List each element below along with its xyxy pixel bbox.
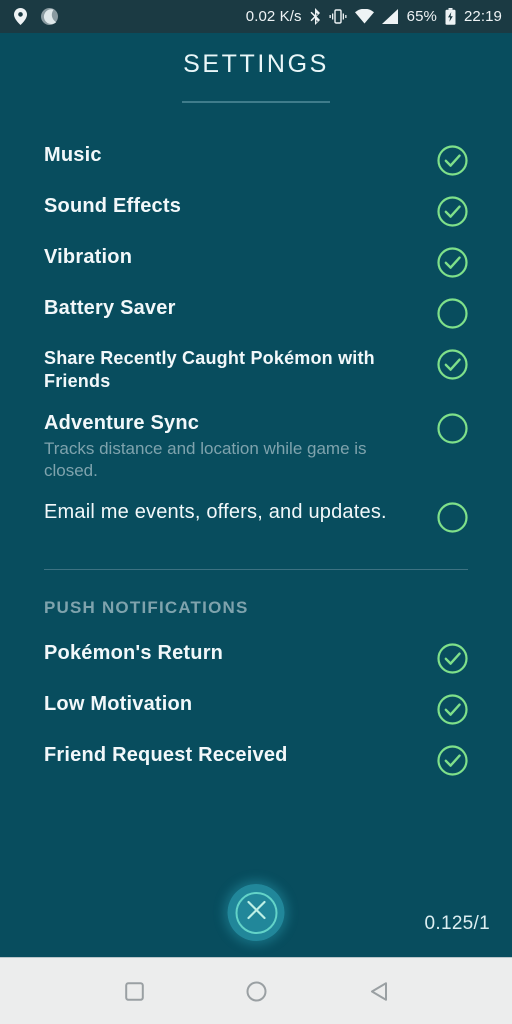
back-triangle-button[interactable]: [361, 974, 395, 1008]
settings-row-label: Share Recently Caught Pokémon with Frien…: [44, 347, 419, 393]
page-title: SETTINGS: [0, 33, 512, 79]
cellular-signal-icon: [382, 9, 399, 24]
settings-row-label: Friend Request Received: [44, 743, 419, 768]
settings-row-label: Email me events, offers, and updates.: [44, 500, 419, 525]
wifi-icon: [355, 9, 374, 24]
settings-row-text: Sound Effects: [44, 194, 437, 219]
status-bar-left-icons: [14, 8, 58, 25]
battery-charging-icon: [445, 8, 456, 25]
settings-row-sublabel: Tracks distance and location while game …: [44, 438, 419, 482]
settings-row-text: Music: [44, 143, 437, 168]
do-not-disturb-moon-icon: [41, 8, 58, 25]
settings-content: SETTINGS Music Sound Effects Vibration Batt…: [0, 33, 512, 957]
recents-square-button[interactable]: [117, 974, 151, 1008]
settings-row-label: Vibration: [44, 245, 419, 270]
settings-row-text: Battery Saver: [44, 296, 437, 321]
home-circle-button[interactable]: [239, 974, 273, 1008]
settings-row[interactable]: Email me events, offers, and updates.: [44, 491, 468, 542]
settings-row-label: Music: [44, 143, 419, 168]
clock-text: 22:19: [464, 8, 502, 25]
check-circle-toggle-on-icon[interactable]: [437, 643, 468, 674]
close-x-icon: [245, 899, 267, 926]
vibrate-icon: [329, 9, 347, 24]
settings-row[interactable]: Low Motivation: [44, 683, 468, 734]
location-pin-icon: [14, 8, 27, 25]
settings-row-text: Share Recently Caught Pokémon with Frien…: [44, 347, 437, 393]
circle-toggle-off-icon[interactable]: [437, 298, 468, 329]
circle-toggle-off-icon[interactable]: [437, 413, 468, 444]
battery-percent-text: 65%: [407, 8, 437, 25]
network-speed-text: 0.02 K/s: [246, 8, 302, 25]
settings-row[interactable]: Share Recently Caught Pokémon with Frien…: [44, 338, 468, 402]
bluetooth-icon: [310, 8, 321, 25]
settings-row-label: Adventure Sync: [44, 411, 419, 436]
android-nav-bar: [0, 957, 512, 1024]
settings-row-text: Pokémon's Return: [44, 641, 437, 666]
settings-row-label: Battery Saver: [44, 296, 419, 321]
close-x-button[interactable]: [228, 884, 285, 941]
settings-row[interactable]: Friend Request Received: [44, 734, 468, 785]
status-bar: 0.02 K/s 65% 22:19: [0, 0, 512, 33]
settings-row[interactable]: Pokémon's Return: [44, 632, 468, 683]
check-circle-toggle-on-icon[interactable]: [437, 145, 468, 176]
settings-row[interactable]: Vibration: [44, 236, 468, 287]
push-notifications-list: Pokémon's Return Low Motivation Friend Req…: [0, 632, 512, 785]
settings-row-text: Email me events, offers, and updates.: [44, 500, 437, 525]
overlay-progress-value: 0.125/1: [425, 913, 491, 935]
settings-row[interactable]: Adventure SyncTracks distance and locati…: [44, 402, 468, 491]
circle-toggle-off-icon[interactable]: [437, 502, 468, 533]
settings-list: Music Sound Effects Vibration Battery Saver…: [0, 134, 512, 542]
check-circle-toggle-on-icon[interactable]: [437, 247, 468, 278]
check-circle-toggle-on-icon[interactable]: [437, 694, 468, 725]
settings-row-text: Vibration: [44, 245, 437, 270]
title-underline: [182, 101, 330, 103]
settings-row-text: Adventure SyncTracks distance and locati…: [44, 411, 437, 482]
check-circle-toggle-on-icon[interactable]: [437, 349, 468, 380]
settings-row-label: Low Motivation: [44, 692, 419, 717]
push-notifications-heading: PUSH NOTIFICATIONS: [0, 570, 512, 618]
check-circle-toggle-on-icon[interactable]: [437, 745, 468, 776]
status-bar-right: 0.02 K/s 65% 22:19: [246, 8, 502, 25]
settings-row-label: Sound Effects: [44, 194, 419, 219]
settings-row-text: Friend Request Received: [44, 743, 437, 768]
phone-screen: 0.02 K/s 65% 22:19 SETTINGS Music Sound E…: [0, 0, 512, 1024]
settings-row-label: Pokémon's Return: [44, 641, 419, 666]
settings-row-text: Low Motivation: [44, 692, 437, 717]
check-circle-toggle-on-icon[interactable]: [437, 196, 468, 227]
settings-row[interactable]: Battery Saver: [44, 287, 468, 338]
settings-row[interactable]: Sound Effects: [44, 185, 468, 236]
settings-row[interactable]: Music: [44, 134, 468, 185]
